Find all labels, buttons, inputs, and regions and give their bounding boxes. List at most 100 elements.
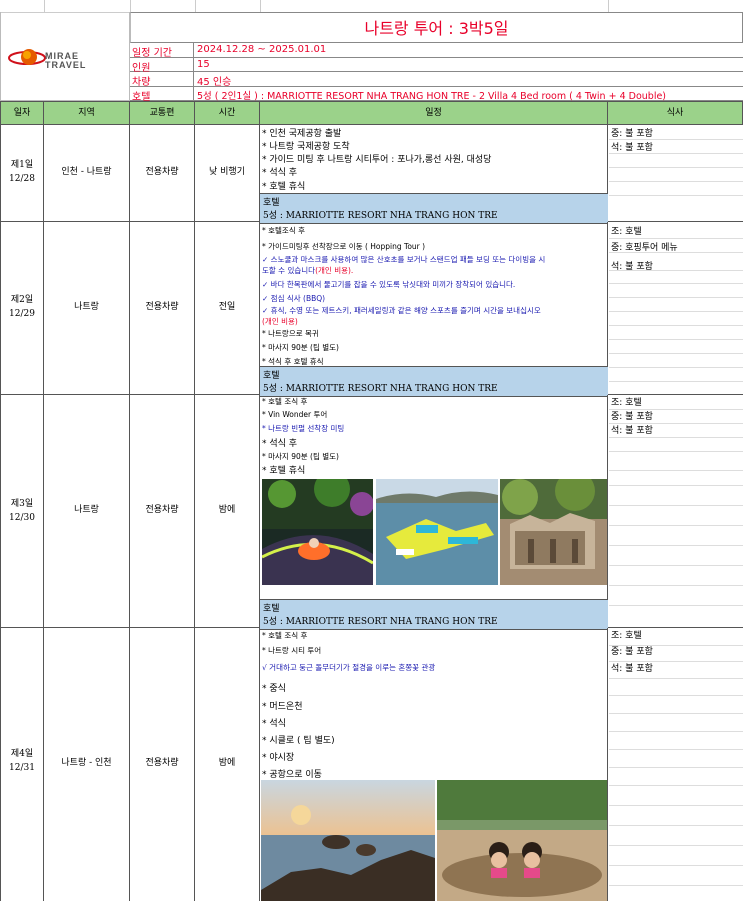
day-label: 제2일 (10, 295, 34, 305)
info-value: 15 (197, 58, 210, 70)
header-transport: 교통편 (130, 101, 195, 125)
logo-text-travel: TRAVEL (45, 60, 87, 70)
day-date: 12/30 (9, 513, 35, 523)
info-value: 5성 ( 2인1실 ) : MARRIOTTE RESORT NHA TRANG… (197, 90, 667, 102)
info-row-vehicle: 차량 45 인승 (130, 72, 743, 88)
day4-day-cell: 제4일 12/31 (0, 628, 44, 901)
day2-region-cell: 나트랑 (44, 222, 130, 395)
sheet-cell (260, 0, 609, 12)
day4-region-cell: 나트랑 - 인천 (44, 628, 130, 901)
schedule-item: * 가이드미팅후 선착장으로 이동 ( Hopping Tour ) (262, 242, 426, 251)
hotel-name: 5성 : MARRIOTTE RESORT NHA TRANG HON TRE (263, 384, 498, 394)
schedule-item: * 중식 (262, 684, 286, 694)
transport-label: 전용차량 (145, 505, 179, 515)
day3-region-cell: 나트랑 (44, 395, 130, 628)
water-park-photo (376, 479, 498, 585)
meal-item: 조: 호텔 (611, 631, 642, 641)
hotel-label: 호텔 (263, 371, 280, 381)
day2-meals: 조: 호텔 중: 호핑투어 메뉴 석: 불 포함 (608, 222, 743, 395)
schedule-item: * 호텔 휴식 (262, 466, 306, 476)
hotel-label: 호텔 (263, 604, 280, 614)
day1-transport-cell: 전용차량 (130, 125, 195, 222)
region-label: 나트랑 - 인천 (61, 758, 112, 768)
schedule-item: * 야시장 (262, 753, 295, 763)
header-time: 시간 (195, 101, 260, 125)
schedule-item: * 머드온천 (262, 702, 303, 712)
schedule-item: * Vin Wonder 투어 (262, 410, 328, 419)
header-region: 지역 (44, 101, 130, 125)
meal-item: 석: 불 포함 (611, 262, 653, 272)
page-title: 나트랑 투어 : 3박5일 (130, 12, 743, 43)
go-kart-photo (262, 479, 373, 585)
day2-schedule: * 호텔조식 후 * 가이드미팅후 선착장으로 이동 ( Hopping Tou… (260, 222, 608, 397)
schedule-item: ✓ 휴식, 수영 또는 제트스키, 패러세일링과 같은 해양 스포츠를 즐기며 … (262, 306, 541, 315)
day1-meals: 중: 불 포함 석: 불 포함 (608, 125, 743, 222)
day-label: 제1일 (10, 160, 34, 170)
meal-item: 석: 불 포함 (611, 143, 653, 153)
day2-transport-cell: 전용차량 (130, 222, 195, 395)
day3-time-cell: 밤에 (195, 395, 260, 628)
schedule-item: * 호텔조식 후 (262, 226, 306, 235)
transport-label: 전용차량 (145, 167, 179, 177)
transport-label: 전용차량 (145, 758, 179, 768)
schedule-item: ✓ 바다 한복판에서 물고기를 잡을 수 있도록 낚싯대와 미끼가 장착되어 있… (262, 280, 516, 289)
schedule-item: * 석식 (262, 719, 286, 729)
hotel-block: 호텔 5성 : MARRIOTTE RESORT NHA TRANG HON T… (260, 599, 608, 630)
day4-meals: 조: 호텔 중: 불 포함 석: 불 포함 (608, 628, 743, 901)
day3-transport-cell: 전용차량 (130, 395, 195, 628)
day1-schedule: * 인천 국제공항 출발 * 나트랑 국제공항 도착 * 가이드 미팅 후 나트… (260, 125, 608, 224)
schedule-item: * 공항으로 이동 (262, 770, 322, 780)
day1-time-cell: 낮 비행기 (195, 125, 260, 222)
region-label: 인천 - 나트랑 (61, 167, 112, 177)
schedule-item: * 나트랑으로 복귀 (262, 329, 319, 338)
day2-time-cell: 전일 (195, 222, 260, 395)
day-label: 제4일 (10, 749, 34, 759)
day-date: 12/31 (9, 763, 35, 773)
day3-meals: 조: 호텔 중: 불 포함 석: 불 포함 (608, 395, 743, 628)
meal-item: 중: 불 포함 (611, 129, 653, 139)
day4-schedule: * 호텔 조식 후 * 나트랑 시티 투어 √ 거대하고 둥근 돌무더기가 절경… (260, 628, 608, 901)
meal-item: 석: 불 포함 (611, 664, 653, 674)
meal-item: 중: 불 포함 (611, 412, 653, 422)
schedule-item: * 나트랑 빈펄 선착장 미팅 (262, 424, 345, 433)
schedule-item: * 마사지 90분 (팁 별도) (262, 452, 339, 461)
sheet-cell (195, 0, 261, 12)
schedule-item: * 호텔 휴식 (262, 182, 306, 192)
time-label: 낮 비행기 (209, 167, 245, 177)
meal-item: 중: 호핑투어 메뉴 (611, 243, 678, 253)
schedule-item: * 호텔 조식 후 (262, 397, 308, 406)
day-date: 12/28 (9, 174, 35, 184)
region-label: 나트랑 (74, 505, 99, 515)
schedule-item: * 호텔 조식 후 (262, 631, 308, 640)
hotel-name: 5성 : MARRIOTTE RESORT NHA TRANG HON TRE (263, 211, 498, 221)
day-label: 제3일 (10, 499, 34, 509)
schedule-item: ✓ 점심 식사 (BBQ) (262, 294, 326, 303)
schedule-item: * 나트랑 시티 투어 (262, 646, 322, 655)
schedule-item: * 나트랑 국제공항 도착 (262, 142, 350, 152)
schedule-item: * 석식 후 (262, 168, 298, 178)
info-row-hotel: 호텔 5성 ( 2인1실 ) : MARRIOTTE RESORT NHA TR… (130, 86, 743, 103)
hotel-block: 호텔 5성 : MARRIOTTE RESORT NHA TRANG HON T… (260, 366, 608, 397)
info-row-period: 일정 기간 2024.12.28 ~ 2025.01.01 (130, 43, 743, 59)
day2-day-cell: 제2일 12/29 (0, 222, 44, 395)
day4-transport-cell: 전용차량 (130, 628, 195, 901)
schedule-text: 도할 수 있습니다 (262, 266, 316, 275)
schedule-item: ✓ 스노쿨과 마스크를 사용하여 많은 산호초를 보거나 스탠드업 패들 보딩 … (262, 255, 546, 264)
schedule-item: √ 거대하고 둥근 돌무더기가 절경을 이루는 혼쫑꽃 관광 (262, 663, 436, 672)
info-value: 2024.12.28 ~ 2025.01.01 (197, 44, 327, 55)
meal-item: 중: 불 포함 (611, 647, 653, 657)
schedule-item: * 시클로 ( 팁 별도) (262, 736, 335, 746)
sheet-cell (44, 0, 131, 12)
sheet-cell (0, 0, 45, 12)
region-label: 나트랑 (74, 302, 99, 312)
day1-day-cell: 제1일 12/28 (0, 125, 44, 222)
header-day: 일자 (0, 101, 44, 125)
time-label: 밤에 (218, 505, 236, 515)
hotel-label: 호텔 (263, 198, 280, 208)
transport-label: 전용차량 (145, 302, 179, 312)
personal-cost-note: (개인 비용) (262, 317, 298, 326)
hotel-block: 호텔 5성 : MARRIOTTE RESORT NHA TRANG HON T… (260, 193, 608, 224)
schedule-item: * 마사지 90분 (팁 별도) (262, 343, 339, 352)
meal-item: 석: 불 포함 (611, 426, 653, 436)
schedule-item: 도할 수 있습니다(개인 비용). (262, 265, 605, 276)
